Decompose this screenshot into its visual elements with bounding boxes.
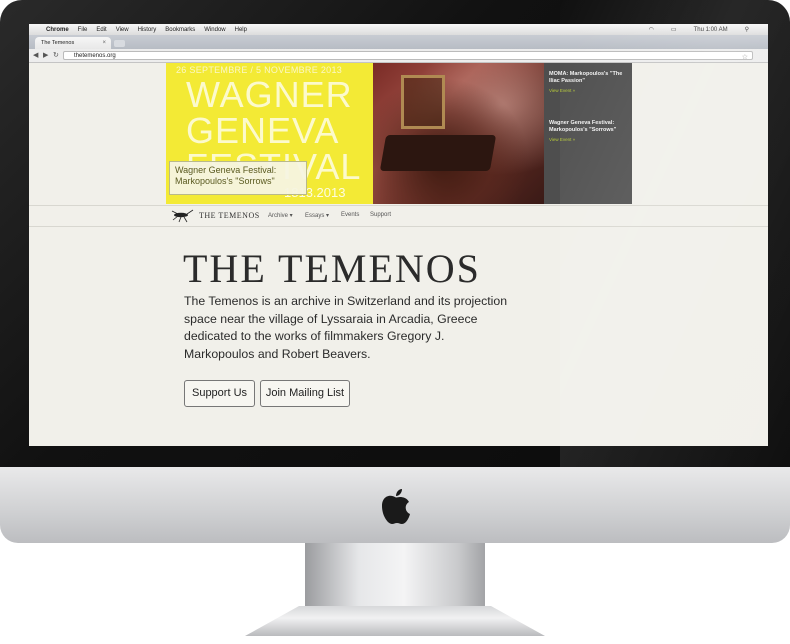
insect-logo-icon[interactable]: [169, 206, 195, 224]
apple-logo-icon: [382, 489, 410, 524]
spotlight-icon[interactable]: ⚲: [745, 26, 749, 33]
news-link[interactable]: View Event »: [549, 137, 631, 142]
forward-arrow-icon[interactable]: ▶: [43, 51, 48, 60]
reload-icon[interactable]: ↻: [53, 51, 59, 60]
hero-caption-line1: Wagner Geneva Festival:: [175, 165, 277, 175]
screen: Chrome File Edit View History Bookmarks …: [29, 24, 768, 446]
join-mailing-list-button[interactable]: Join Mailing List: [260, 380, 350, 407]
menu-view[interactable]: View: [116, 27, 129, 33]
menu-window[interactable]: Window: [204, 27, 225, 33]
hero-banner[interactable]: 26 SEPTEMBRE / 5 NOVEMBRE 2013 WAGNER GE…: [166, 63, 373, 204]
battery-icon[interactable]: ▭: [671, 26, 677, 33]
news-link[interactable]: View Event »: [549, 88, 631, 93]
menu-bookmarks[interactable]: Bookmarks: [165, 27, 195, 33]
page-title: THE TEMENOS: [183, 246, 481, 291]
close-tab-icon[interactable]: ×: [102, 37, 106, 49]
back-arrow-icon[interactable]: ◀: [33, 51, 38, 60]
piano: [379, 135, 497, 171]
nav-events[interactable]: Events: [341, 212, 359, 218]
bookmark-star-icon[interactable]: ☆: [742, 53, 748, 62]
menu-app-name[interactable]: Chrome: [46, 27, 69, 33]
news-title[interactable]: Wagner Geneva Festival: Markopoulos's "S…: [549, 120, 631, 134]
news-sidebar: MOMA: Markopoulos's "The Iliac Passion" …: [544, 63, 632, 204]
tab-title: The Temenos: [41, 40, 75, 46]
address-bar[interactable]: thetemenos.org ☆: [63, 51, 753, 62]
imac-stand-foot: [245, 606, 545, 636]
nav-support[interactable]: Support: [370, 212, 391, 218]
hero-caption-line2: Markopoulos's "Sorrows": [175, 176, 275, 186]
wifi-icon[interactable]: ◠: [649, 26, 654, 33]
support-us-button[interactable]: Support Us: [184, 380, 255, 407]
hero-photo[interactable]: [373, 63, 544, 204]
tab-strip: The Temenos ×: [29, 35, 768, 49]
hero-word-1: WAGNER: [186, 74, 353, 115]
intro-text: The Temenos is an archive in Switzerland…: [184, 294, 508, 361]
hero-caption[interactable]: Wagner Geneva Festival: Markopoulos's "S…: [169, 161, 307, 195]
painting-frame: [401, 75, 445, 129]
web-page: 26 SEPTEMBRE / 5 NOVEMBRE 2013 WAGNER GE…: [29, 63, 768, 446]
browser-tab[interactable]: The Temenos ×: [35, 37, 111, 49]
site-name[interactable]: THE TEMENOS: [199, 211, 260, 220]
menu-clock[interactable]: Thu 1:00 AM: [694, 27, 728, 33]
news-item[interactable]: Wagner Geneva Festival: Markopoulos's "S…: [549, 120, 631, 142]
menu-file[interactable]: File: [78, 27, 88, 33]
new-tab-button[interactable]: [114, 40, 125, 47]
imac-bezel: Chrome File Edit View History Bookmarks …: [0, 0, 790, 467]
browser-toolbar: ◀ ▶ ↻ thetemenos.org ☆: [29, 49, 768, 63]
menu-history[interactable]: History: [138, 27, 157, 33]
news-title[interactable]: MOMA: Markopoulos's "The Iliac Passion": [549, 71, 631, 85]
site-nav: THE TEMENOS Archive ▾ Essays ▾ Events Su…: [29, 205, 768, 227]
hero-word-2: GENEVA: [186, 110, 340, 151]
menu-help[interactable]: Help: [235, 27, 247, 33]
menu-edit[interactable]: Edit: [96, 27, 106, 33]
nav-essays[interactable]: Essays ▾: [305, 212, 329, 219]
url-text: thetemenos.org: [74, 53, 116, 59]
news-item[interactable]: MOMA: Markopoulos's "The Iliac Passion" …: [549, 71, 631, 93]
nav-archive[interactable]: Archive ▾: [268, 212, 293, 219]
